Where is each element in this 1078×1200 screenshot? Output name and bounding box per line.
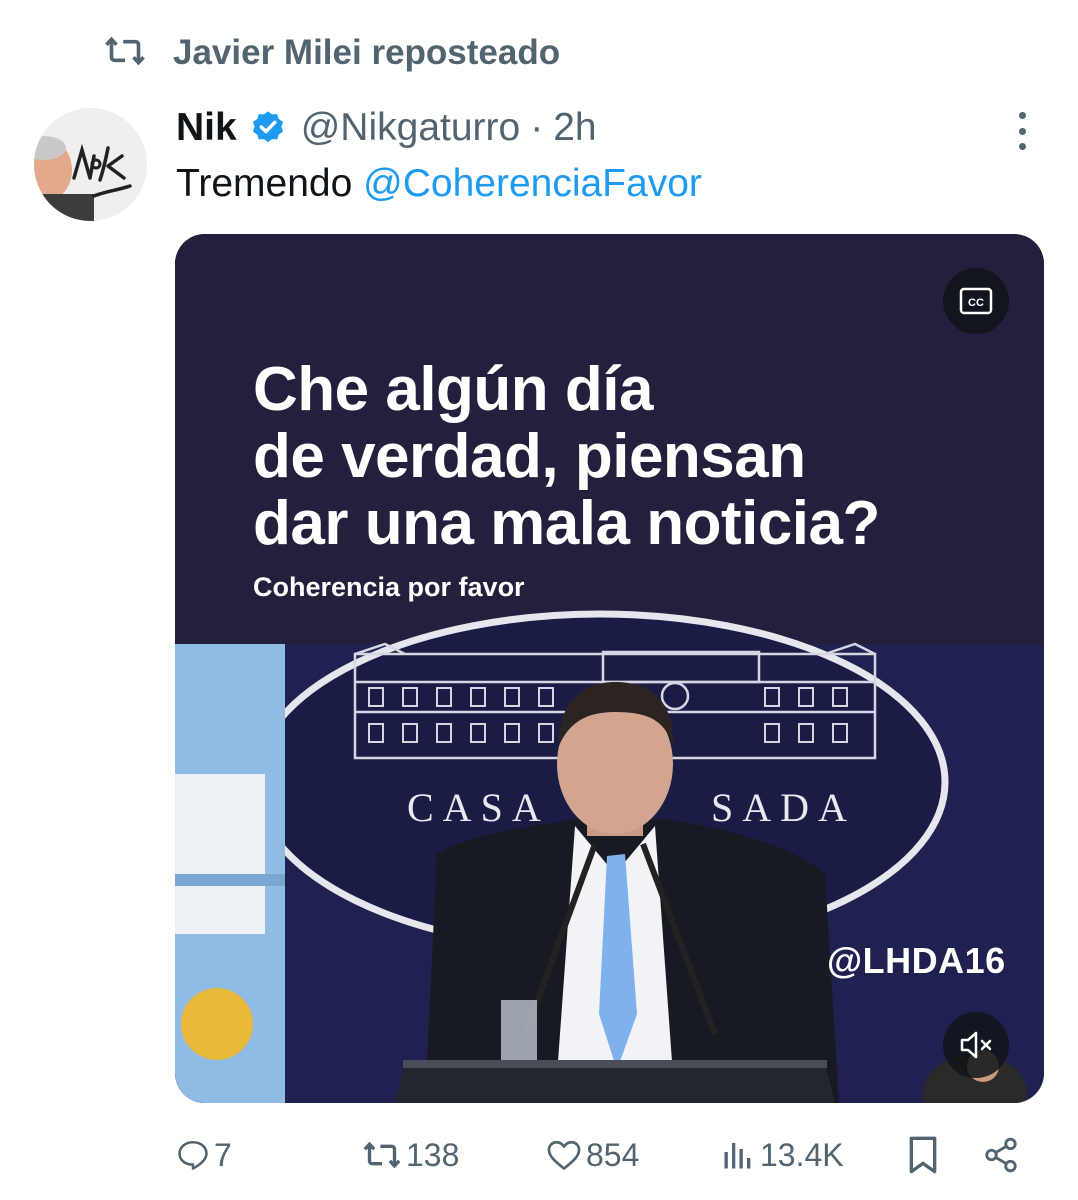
more-options-icon[interactable] — [1004, 110, 1040, 152]
bookmark-icon — [909, 1136, 937, 1174]
tweet-action-bar: 7 138 854 13.4K — [176, 1128, 1026, 1182]
author-name[interactable]: Nik — [176, 106, 237, 150]
video-player[interactable]: Che algún día de verdad, piensan dar una… — [175, 234, 1044, 1103]
backdrop-text-right: SADA — [711, 785, 856, 830]
repost-label: Javier Milei reposteado — [173, 33, 561, 72]
headline-line: dar una mala noticia? — [253, 489, 880, 558]
like-button[interactable]: 854 — [546, 1128, 639, 1182]
views-icon — [724, 1143, 751, 1169]
captions-button[interactable]: CC — [943, 268, 1009, 334]
share-icon — [985, 1137, 1017, 1173]
author-handle[interactable]: @Nikgaturro — [301, 106, 521, 150]
reply-count: 7 — [214, 1136, 232, 1173]
avatar[interactable] — [34, 108, 147, 221]
like-count: 854 — [586, 1136, 640, 1173]
headline-line: Che algún día — [253, 355, 653, 424]
video-subtitle: Coherencia por favor — [253, 572, 525, 602]
repost-context[interactable]: Javier Milei reposteado — [103, 30, 560, 76]
tweet-text: Tremendo @CoherenciaFavor — [176, 162, 702, 206]
heart-icon — [547, 1140, 581, 1170]
tweet-text-body: Tremendo — [176, 162, 364, 205]
video-headline: Che algún día de verdad, piensan dar una… — [253, 356, 880, 557]
tweet-header: Nik @Nikgaturro · 2h — [176, 102, 597, 154]
repost-count: 138 — [406, 1136, 460, 1173]
headline-line: de verdad, piensan — [253, 422, 806, 491]
retweet-icon — [363, 1141, 401, 1169]
views-count: 13.4K — [760, 1136, 844, 1173]
reply-icon — [178, 1140, 208, 1170]
mute-button[interactable] — [943, 1012, 1009, 1078]
captions-icon: CC — [959, 287, 993, 315]
separator-dot: · — [530, 106, 544, 149]
reply-button[interactable]: 7 — [176, 1128, 232, 1182]
timestamp[interactable]: 2h — [553, 106, 596, 150]
volume-muted-icon — [960, 1031, 992, 1059]
video-watermark: @LHDA16 — [827, 940, 1006, 981]
svg-text:CC: CC — [968, 297, 984, 309]
mention-link[interactable]: @CoherenciaFavor — [363, 162, 702, 205]
views-button[interactable]: 13.4K — [720, 1128, 844, 1182]
bookmark-button[interactable] — [906, 1128, 940, 1182]
repost-button[interactable]: 138 — [362, 1128, 459, 1182]
backdrop-text-left: CASA — [407, 785, 550, 830]
verified-badge-icon — [249, 109, 287, 147]
share-button[interactable] — [982, 1128, 1020, 1182]
repost-icon — [103, 33, 147, 74]
